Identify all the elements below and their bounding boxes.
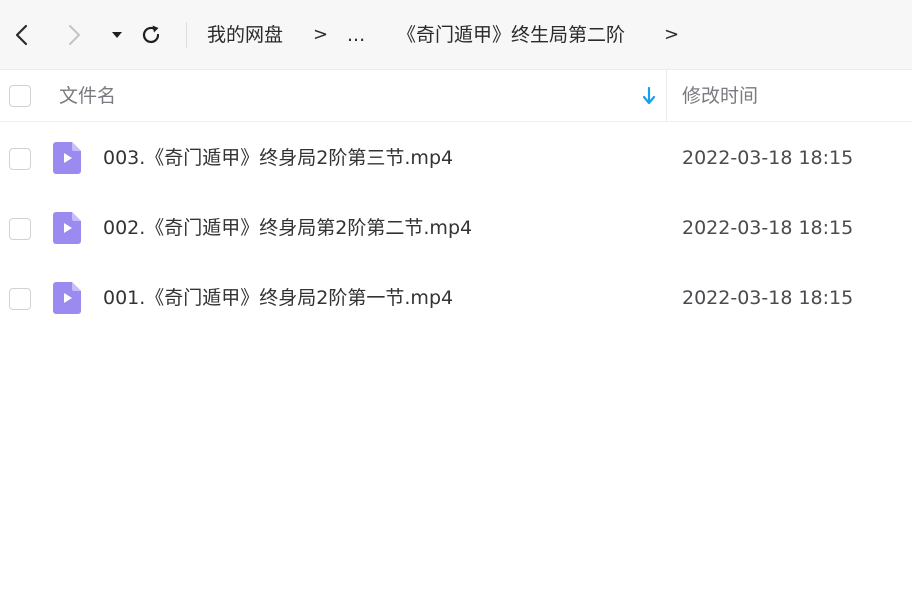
video-file-icon [53, 282, 81, 314]
video-file-icon [53, 212, 81, 244]
toolbar-divider [186, 22, 187, 48]
row-checkbox[interactable] [9, 288, 31, 310]
file-row[interactable]: 002.《奇门遁甲》终身局第2阶第二节.mp4 2022-03-18 18:15 [0, 193, 912, 263]
file-row[interactable]: 001.《奇门遁甲》终身局2阶第一节.mp4 2022-03-18 18:15 [0, 263, 912, 333]
select-all-checkbox[interactable] [9, 85, 31, 107]
file-modified-time: 2022-03-18 18:15 [682, 147, 854, 169]
refresh-icon [142, 25, 160, 44]
breadcrumb-separator: > [313, 24, 329, 45]
sort-descending-icon[interactable] [640, 86, 658, 106]
row-checkbox[interactable] [9, 148, 31, 170]
file-row[interactable]: 003.《奇门遁甲》终身局2阶第三节.mp4 2022-03-18 18:15 [0, 123, 912, 193]
history-dropdown-button[interactable] [101, 19, 133, 51]
caret-down-icon [112, 32, 122, 38]
file-name[interactable]: 001.《奇门遁甲》终身局2阶第一节.mp4 [103, 285, 453, 311]
row-checkbox[interactable] [9, 218, 31, 240]
refresh-button[interactable] [135, 19, 167, 51]
file-name[interactable]: 003.《奇门遁甲》终身局2阶第三节.mp4 [103, 145, 453, 171]
video-file-icon [53, 142, 81, 174]
back-button[interactable] [6, 19, 38, 51]
column-header-modified[interactable]: 修改时间 [682, 84, 758, 108]
breadcrumb-current[interactable]: 《奇门遁甲》终生局第二阶 [397, 22, 625, 48]
forward-button[interactable] [58, 19, 90, 51]
file-list-header: 文件名 修改时间 [0, 70, 912, 122]
file-modified-time: 2022-03-18 18:15 [682, 217, 854, 239]
breadcrumb-separator: > [664, 24, 680, 45]
file-name[interactable]: 002.《奇门遁甲》终身局第2阶第二节.mp4 [103, 215, 472, 241]
chevron-left-icon [15, 24, 28, 46]
column-header-name[interactable]: 文件名 [59, 84, 116, 108]
breadcrumb-ellipsis[interactable]: ... [347, 22, 365, 48]
column-divider[interactable] [666, 70, 667, 122]
breadcrumb-root[interactable]: 我的网盘 [207, 22, 283, 48]
file-modified-time: 2022-03-18 18:15 [682, 287, 854, 309]
chevron-right-icon [69, 25, 80, 45]
toolbar: 我的网盘 > ... 《奇门遁甲》终生局第二阶 > [0, 0, 912, 70]
